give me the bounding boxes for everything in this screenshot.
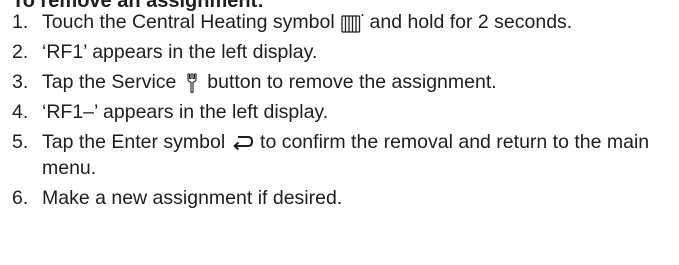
steps-list: 1. Touch the Central Heating symbol and … <box>12 9 672 215</box>
step-item: 3. Tap the Service button to remove the … <box>12 69 672 95</box>
step-number: 6. <box>12 187 29 209</box>
step-text: and hold for 2 seconds. <box>369 11 573 33</box>
step-text: Tap the Service <box>42 71 177 93</box>
step-item: 6. Make a new assignment if desired. <box>12 185 672 211</box>
step-item: 1. Touch the Central Heating symbol and … <box>12 9 672 35</box>
step-text: Tap the Enter symbol <box>42 131 226 153</box>
step-number: 1. <box>12 11 29 33</box>
enter-icon <box>231 133 255 153</box>
step-number: 2. <box>12 41 29 63</box>
step-item: 5. Tap the Enter symbol to confirm the r… <box>12 129 672 181</box>
step-item: 4. ‘RF1–’ appears in the left display. <box>12 99 672 125</box>
step-number: 4. <box>12 101 29 123</box>
step-item: 2. ‘RF1’ appears in the left display. <box>12 39 672 65</box>
service-icon <box>182 72 202 94</box>
step-text: button to remove the assignment. <box>207 71 497 93</box>
step-number: 3. <box>12 71 29 93</box>
step-text: ‘RF1’ appears in the left display. <box>42 41 318 63</box>
central-heating-icon <box>340 13 364 33</box>
step-text: Touch the Central Heating symbol <box>42 11 335 33</box>
step-number: 5. <box>12 131 29 153</box>
step-text: ‘RF1–’ appears in the left display. <box>42 101 329 123</box>
step-text: Make a new assignment if desired. <box>42 187 343 209</box>
